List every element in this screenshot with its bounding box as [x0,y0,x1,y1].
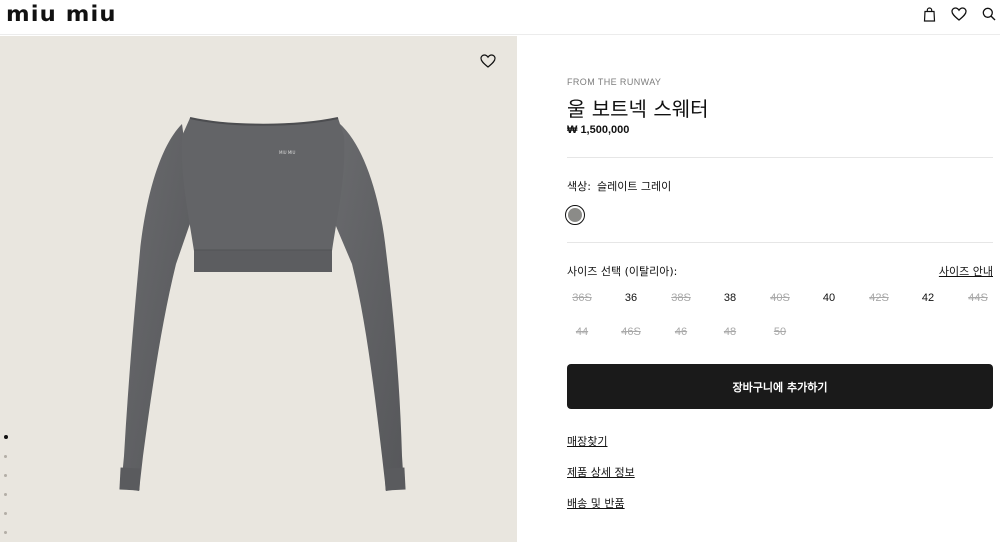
size-guide-link[interactable]: 사이즈 안내 [939,263,993,279]
product-eyebrow: FROM THE RUNWAY [567,77,662,87]
site-header: miu miu [0,0,1000,35]
find-store-link[interactable]: 매장찾기 [567,433,607,449]
gallery-dot[interactable] [4,435,8,439]
brand-logo[interactable]: miu miu [6,2,117,26]
size-option[interactable]: 36 [611,292,651,304]
sweater-logo-text: MIU MIU [279,150,295,155]
color-value: 슬레이트 그레이 [596,180,672,193]
size-option[interactable]: 42S [859,292,899,304]
gallery-dot[interactable] [4,474,7,477]
product-gallery[interactable]: MIU MIU [0,36,517,542]
gallery-dot[interactable] [4,531,7,534]
size-option[interactable]: 46S [611,326,651,338]
size-header: 사이즈 선택 (이탈리아): 사이즈 안내 [567,263,993,279]
size-option[interactable]: 38S [661,292,701,304]
color-label: 색상: [567,180,591,193]
size-option[interactable]: 40 [809,292,849,304]
size-option[interactable]: 38 [710,292,750,304]
size-option[interactable]: 44 [562,326,602,338]
heart-icon[interactable] [950,5,968,23]
divider [567,157,993,158]
size-option[interactable]: 40S [760,292,800,304]
product-price: ₩ 1,500,000 [567,124,630,136]
size-option[interactable]: 48 [710,326,750,338]
product-title: 울 보트넥 스웨터 [567,97,709,121]
gallery-pagination [4,435,8,542]
divider [567,242,993,243]
color-selection: 색상: 슬레이트 그레이 [567,178,671,194]
gallery-dot[interactable] [4,512,7,515]
shipping-returns-link[interactable]: 배송 및 반품 [567,495,625,511]
color-swatch[interactable] [565,205,585,225]
gallery-dot[interactable] [4,493,7,496]
gallery-dot[interactable] [4,455,7,458]
product-details-link[interactable]: 제품 상세 정보 [567,464,635,480]
size-option[interactable]: 50 [760,326,800,338]
size-option[interactable]: 36S [562,292,602,304]
size-option[interactable]: 46 [661,326,701,338]
size-label: 사이즈 선택 (이탈리아): [567,265,678,278]
bag-icon[interactable] [920,5,938,23]
size-option[interactable]: 44S [958,292,998,304]
search-icon[interactable] [980,5,998,23]
size-option[interactable]: 42 [908,292,948,304]
add-to-cart-button[interactable]: 장바구니에 추가하기 [567,364,993,409]
product-image: MIU MIU [119,117,406,491]
wishlist-heart-icon[interactable] [480,54,498,72]
